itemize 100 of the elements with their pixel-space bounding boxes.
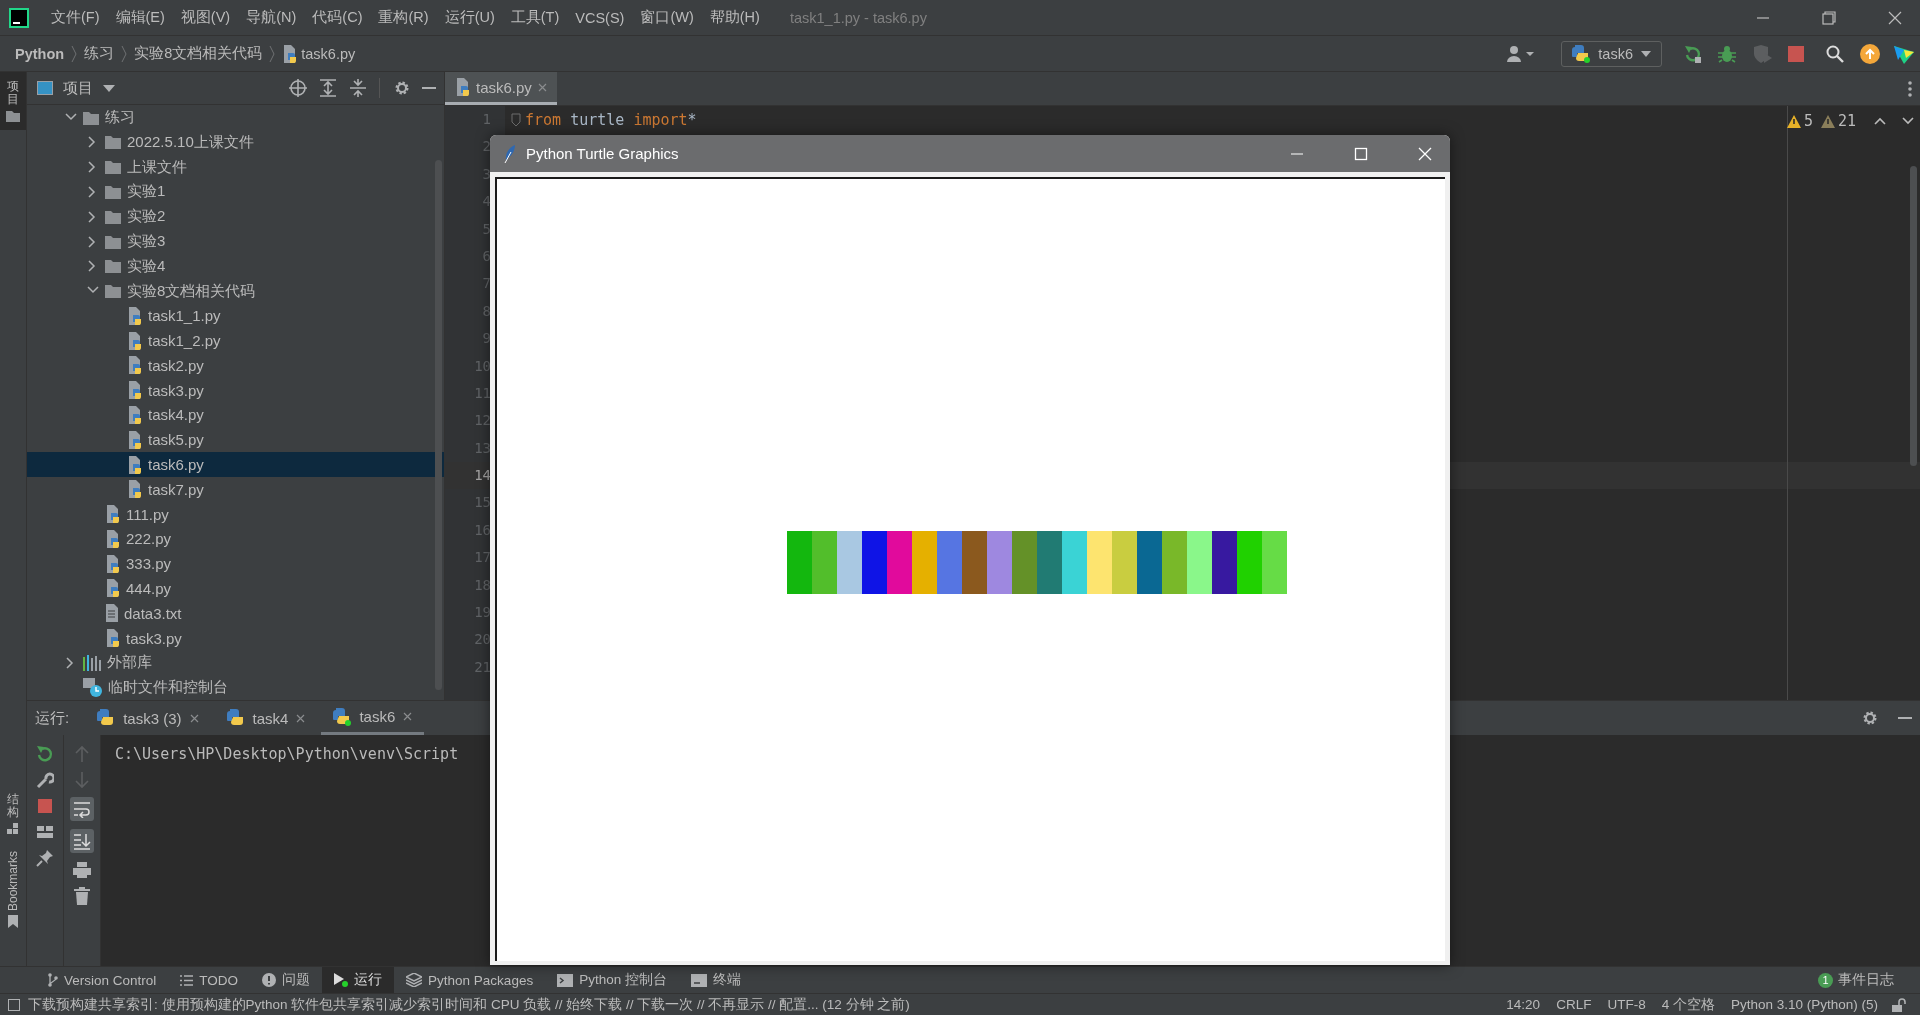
panel-toggle-icon[interactable]: [8, 998, 20, 1011]
bug-icon[interactable]: [1718, 44, 1736, 63]
menu-item[interactable]: 重构(R): [370, 5, 437, 30]
trash-icon[interactable]: [73, 887, 91, 905]
tool-window-tab[interactable]: 问题: [250, 967, 323, 993]
tool-window-tab[interactable]: 终端: [678, 967, 753, 993]
tree-item[interactable]: 实验4: [27, 253, 444, 279]
status-item[interactable]: CRLF: [1548, 997, 1600, 1012]
tool-window-tab[interactable]: 运行: [322, 967, 395, 993]
print-icon[interactable]: [73, 861, 91, 879]
stop-icon[interactable]: [36, 797, 54, 815]
expand-all-icon[interactable]: [319, 79, 337, 98]
layout-icon[interactable]: [36, 823, 54, 841]
tree-item[interactable]: task2.py: [27, 353, 444, 378]
tool-window-tab[interactable]: Version Control: [36, 967, 169, 993]
tree-item[interactable]: 上课文件: [27, 154, 444, 180]
run-config-dropdown[interactable]: task6: [1561, 40, 1662, 67]
breadcrumb-item[interactable]: 练习: [84, 44, 115, 63]
event-log-button[interactable]: 1 事件日志: [1806, 967, 1920, 993]
soft-wrap-icon[interactable]: [73, 800, 91, 818]
warning-count[interactable]: 21: [1820, 112, 1856, 130]
search-icon[interactable]: [1826, 44, 1844, 63]
rerun-icon[interactable]: [36, 745, 54, 763]
close-icon[interactable]: [1888, 10, 1902, 25]
user-icon[interactable]: [1507, 45, 1536, 62]
more-icon[interactable]: [1908, 80, 1912, 97]
scrollbar[interactable]: [1910, 166, 1917, 466]
tool-window-tab[interactable]: Python 控制台: [545, 967, 679, 993]
fold-icon[interactable]: [511, 112, 521, 127]
tool-window-button[interactable]: 项目: [0, 72, 26, 131]
editor-tab[interactable]: task6.py: [445, 72, 557, 105]
menu-item[interactable]: 文件(F): [43, 5, 108, 30]
menu-item[interactable]: 运行(U): [436, 5, 503, 30]
previous-icon[interactable]: [1874, 117, 1886, 125]
menu-item[interactable]: 视图(V): [172, 5, 239, 30]
locate-icon[interactable]: [289, 79, 307, 98]
collapse-all-icon[interactable]: [349, 79, 367, 98]
tree-item[interactable]: data3.txt: [27, 600, 444, 626]
rerun-icon[interactable]: [1684, 44, 1702, 63]
tree-item[interactable]: task3.py: [27, 625, 444, 651]
tree-item[interactable]: 222.py: [27, 526, 444, 552]
tool-window-button[interactable]: Bookmarks: [0, 842, 26, 936]
tool-window-tab[interactable]: TODO: [168, 967, 251, 993]
menu-item[interactable]: 窗口(W): [632, 5, 702, 30]
status-item[interactable]: 4 个空格: [1653, 995, 1723, 1014]
status-item[interactable]: Python 3.10 (Python) (5): [1722, 997, 1886, 1012]
menu-item[interactable]: 帮助(H): [701, 5, 768, 30]
maximize-icon[interactable]: [1354, 146, 1368, 161]
menu-item[interactable]: 编辑(E): [107, 5, 173, 30]
tree-item[interactable]: task6.py: [27, 452, 444, 477]
pin-icon[interactable]: [36, 849, 54, 867]
warning-count[interactable]: 5: [1786, 112, 1813, 130]
tree-item[interactable]: task4.py: [27, 402, 444, 428]
tree-item[interactable]: task7.py: [27, 476, 444, 502]
tool-window-button[interactable]: 结构: [0, 784, 26, 843]
tree-item[interactable]: 外部库: [27, 650, 444, 676]
breadcrumb-item[interactable]: Python: [15, 45, 65, 62]
scrollbar[interactable]: [435, 160, 442, 690]
tree-item[interactable]: 2022.5.10上课文件: [27, 130, 444, 155]
close-icon[interactable]: [189, 713, 199, 723]
breadcrumb-item[interactable]: task6.py: [301, 45, 356, 62]
menu-item[interactable]: VCS(S): [567, 6, 633, 29]
tree-item[interactable]: 实验3: [27, 229, 444, 254]
tree-item[interactable]: 实验2: [27, 204, 444, 230]
settings-icon[interactable]: [1862, 710, 1878, 726]
warning-icon: [1820, 114, 1835, 128]
tree-item[interactable]: 444.py: [27, 576, 444, 601]
settings-icon[interactable]: [394, 80, 410, 97]
next-icon[interactable]: [1902, 117, 1914, 125]
menu-item[interactable]: 工具(T): [502, 5, 568, 30]
tool-window-tab[interactable]: Python Packages: [394, 967, 546, 993]
restore-icon[interactable]: [1822, 10, 1836, 25]
close-icon[interactable]: [296, 713, 306, 723]
panel-title-dropdown[interactable]: 项目: [37, 78, 115, 98]
toolbox-logo-icon[interactable]: [1894, 43, 1914, 64]
tree-item[interactable]: 333.py: [27, 551, 444, 577]
scroll-to-end-icon[interactable]: [73, 832, 91, 850]
python-file-icon: [105, 505, 120, 524]
lock-icon[interactable]: [1892, 997, 1906, 1012]
app-logo-icon[interactable]: [9, 7, 29, 28]
run-tab[interactable]: task3 (3): [85, 701, 211, 735]
tree-item[interactable]: task3.py: [27, 377, 444, 403]
run-tab[interactable]: task4: [214, 701, 318, 735]
tree-item[interactable]: 实验8文档相关代码: [27, 278, 444, 304]
status-item[interactable]: 14:20: [1498, 997, 1549, 1012]
stop-icon[interactable]: [1788, 45, 1804, 62]
tree-item[interactable]: 临时文件和控制台: [27, 675, 444, 700]
tree-item[interactable]: task1_2.py: [27, 328, 444, 353]
breadcrumb-item[interactable]: 实验8文档相关代码: [134, 44, 263, 63]
tree-item[interactable]: task1_1.py: [27, 303, 444, 329]
close-icon[interactable]: [403, 712, 413, 721]
menu-item[interactable]: 代码(C): [304, 5, 371, 30]
tree-item[interactable]: task5.py: [27, 427, 444, 453]
tree-item[interactable]: 练习: [27, 105, 444, 130]
update-icon[interactable]: [1860, 43, 1880, 64]
wrench-icon[interactable]: [36, 771, 54, 789]
tree-item[interactable]: 111.py: [27, 501, 444, 527]
menu-item[interactable]: 导航(N): [238, 5, 305, 30]
status-item[interactable]: UTF-8: [1599, 997, 1654, 1012]
tree-item[interactable]: 实验1: [27, 179, 444, 205]
